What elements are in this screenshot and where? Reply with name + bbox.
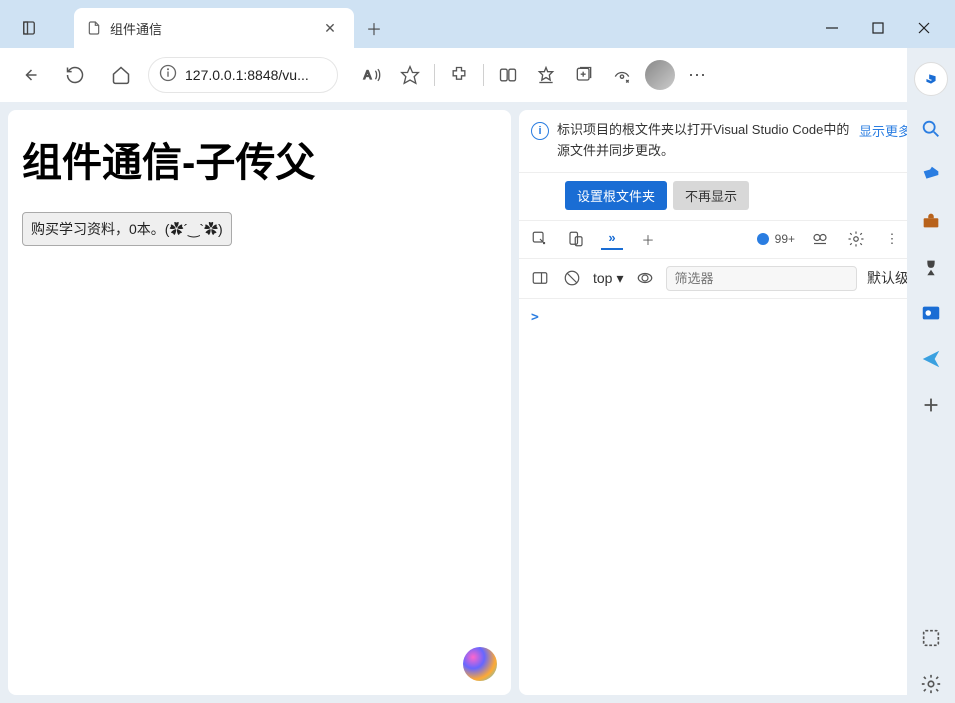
toolbar-actions: A ⋯ — [354, 57, 716, 93]
devtools-tabs: » ＋ 99+ ⋮ ✕ — [519, 221, 949, 259]
window-controls — [809, 8, 947, 48]
address-bar[interactable]: 127.0.0.1:8848/vu... — [148, 57, 338, 93]
settings-icon[interactable] — [845, 228, 867, 250]
settings-sidebar-icon[interactable] — [912, 665, 950, 703]
back-button[interactable] — [10, 56, 48, 94]
brain-icon[interactable] — [463, 647, 497, 681]
show-more-link[interactable]: 显示更多 — [859, 121, 911, 140]
issues-dot-icon — [757, 233, 769, 245]
dont-show-button[interactable]: 不再显示 — [673, 181, 749, 210]
toolbar: 127.0.0.1:8848/vu... A ⋯ — [0, 48, 955, 102]
page-icon — [86, 20, 102, 36]
console-toolbar: top ▾ 默认级 — [519, 259, 949, 299]
profile-avatar[interactable] — [642, 57, 678, 93]
url-text: 127.0.0.1:8848/vu... — [185, 67, 327, 83]
favorite-icon[interactable] — [392, 57, 428, 93]
refresh-button[interactable] — [56, 56, 94, 94]
separator — [483, 64, 484, 86]
browser-tab[interactable]: 组件通信 ✕ — [74, 8, 354, 48]
close-button[interactable] — [901, 8, 947, 48]
devtools-notice: i 标识项目的根文件夹以打开Visual Studio Code中的源文件并同步… — [519, 110, 949, 173]
buy-button[interactable]: 购买学习资料，0本。(✿´‿`✿) — [22, 212, 232, 246]
new-tab-icon[interactable]: ＋ — [637, 228, 659, 250]
context-selector[interactable]: top ▾ — [593, 270, 624, 287]
live-expression-icon[interactable] — [634, 267, 656, 289]
info-icon: i — [531, 122, 549, 140]
sidebar-toggle-icon[interactable] — [529, 267, 551, 289]
devtools-panel: i 标识项目的根文件夹以打开Visual Studio Code中的源文件并同步… — [519, 110, 949, 695]
add-sidebar-icon[interactable] — [912, 386, 950, 424]
feedback-icon[interactable] — [809, 228, 831, 250]
tab-title: 组件通信 — [110, 19, 310, 38]
performance-icon[interactable] — [604, 57, 640, 93]
issues-count: 99+ — [775, 232, 795, 246]
console-body[interactable]: > — [519, 299, 949, 695]
extensions-icon[interactable] — [441, 57, 477, 93]
maximize-button[interactable] — [855, 8, 901, 48]
favorites-list-icon[interactable] — [528, 57, 564, 93]
devtools-more-icon[interactable]: ⋮ — [881, 228, 903, 250]
tab-actions-icon[interactable] — [8, 8, 50, 48]
tools-sidebar-icon[interactable] — [912, 202, 950, 240]
site-info-icon[interactable] — [159, 64, 177, 87]
filter-input[interactable] — [666, 266, 858, 291]
collections-icon[interactable] — [566, 57, 602, 93]
home-button[interactable] — [102, 56, 140, 94]
set-root-folder-button[interactable]: 设置根文件夹 — [565, 181, 667, 210]
log-level-selector[interactable]: 默认级 — [867, 268, 909, 288]
device-toggle-icon[interactable] — [565, 228, 587, 250]
separator — [434, 64, 435, 86]
tabs-overflow-icon[interactable]: » — [601, 228, 623, 250]
console-prompt: > — [531, 310, 539, 325]
shopping-sidebar-icon[interactable] — [912, 156, 950, 194]
more-icon[interactable]: ⋯ — [680, 57, 716, 93]
tab-close-icon[interactable]: ✕ — [318, 16, 342, 40]
chevron-down-icon: ▾ — [616, 270, 623, 287]
new-tab-button[interactable]: ＋ — [354, 8, 394, 48]
issues-badge[interactable]: 99+ — [757, 232, 795, 246]
send-sidebar-icon[interactable] — [912, 340, 950, 378]
screenshot-sidebar-icon[interactable] — [912, 619, 950, 657]
page-viewport: 组件通信-子传父 购买学习资料，0本。(✿´‿`✿) — [8, 110, 511, 695]
titlebar: 组件通信 ✕ ＋ — [0, 0, 955, 48]
games-sidebar-icon[interactable] — [912, 248, 950, 286]
bing-chat-icon[interactable] — [914, 62, 948, 96]
inspect-icon[interactable] — [529, 228, 551, 250]
minimize-button[interactable] — [809, 8, 855, 48]
svg-text:A: A — [364, 69, 372, 82]
notice-buttons: 设置根文件夹 不再显示 — [519, 173, 949, 221]
page-heading: 组件通信-子传父 — [22, 130, 497, 188]
search-sidebar-icon[interactable] — [912, 110, 950, 148]
content-area: 组件通信-子传父 购买学习资料，0本。(✿´‿`✿) i 标识项目的根文件夹以打… — [0, 102, 955, 703]
notice-text: 标识项目的根文件夹以打开Visual Studio Code中的源文件并同步更改… — [557, 120, 851, 162]
split-screen-icon[interactable] — [490, 57, 526, 93]
clear-console-icon[interactable] — [561, 267, 583, 289]
edge-sidebar — [907, 48, 955, 703]
outlook-sidebar-icon[interactable] — [912, 294, 950, 332]
read-aloud-icon[interactable]: A — [354, 57, 390, 93]
